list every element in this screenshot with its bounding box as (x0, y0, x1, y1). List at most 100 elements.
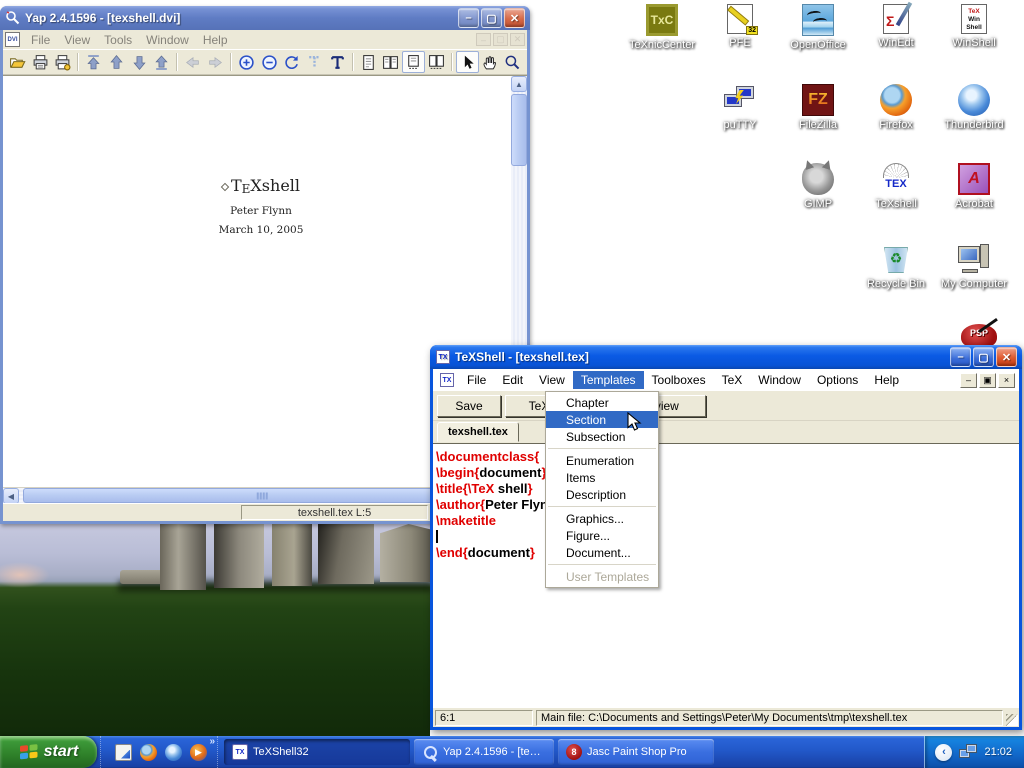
texshell-close-button[interactable]: ✕ (996, 347, 1017, 367)
open-folder-icon[interactable] (6, 51, 29, 73)
hide-inactive-icons-button[interactable]: ‹ (935, 744, 952, 761)
ruler-text-icon[interactable] (303, 51, 326, 73)
desktop-icon-acrobat[interactable]: AAcrobat (936, 163, 1012, 210)
go-top-icon[interactable] (82, 51, 105, 73)
refresh-icon[interactable] (280, 51, 303, 73)
texshell-menu-file[interactable]: File (459, 371, 494, 389)
page-view-facing-icon[interactable] (425, 51, 448, 73)
toolbar-separator (77, 53, 79, 71)
desktop-icon-filezilla[interactable]: FZFileZilla (780, 84, 856, 131)
taskbar-button-yap-2-4-1596-texs[interactable]: Yap 2.4.1596 - [texs... (414, 739, 554, 765)
magnifier-icon[interactable] (501, 51, 524, 73)
template-item-chapter[interactable]: Chapter (546, 394, 658, 411)
template-item-figure[interactable]: Figure... (546, 527, 658, 544)
print-icon[interactable] (29, 51, 52, 73)
desktop-icon-thunderbird[interactable]: Thunderbird (936, 84, 1012, 131)
quicklaunch-thunderbird-icon[interactable] (165, 744, 182, 761)
template-item-enumeration[interactable]: Enumeration (546, 452, 658, 469)
yap-menu-window[interactable]: Window (139, 32, 196, 48)
desktop-icon-label: TeXnicCenter (624, 39, 700, 51)
hand-tool-icon[interactable] (479, 51, 502, 73)
toolbar-separator (352, 53, 354, 71)
yap-menu-tools[interactable]: Tools (97, 32, 139, 48)
code-editor[interactable]: \documentclass{\begin{document}\title{\T… (433, 443, 1019, 707)
icon-glyph: Σ (886, 13, 894, 29)
template-item-description[interactable]: Description (546, 486, 658, 503)
text-caret (436, 530, 438, 543)
text-mode-icon[interactable] (326, 51, 349, 73)
desktop-icon-pfe[interactable]: 32PFE (702, 4, 778, 49)
quick-launch-overflow-chevron[interactable]: » (209, 738, 215, 746)
code-command: \maketitle (436, 513, 496, 528)
forward-icon[interactable] (204, 51, 227, 73)
icon-glyph: A (968, 170, 980, 188)
print-setup-icon[interactable] (52, 51, 75, 73)
yap-maximize-button[interactable]: ▢ (481, 8, 502, 28)
desktop-icon-label: My Computer (936, 278, 1012, 290)
quicklaunch-firefox-icon[interactable] (140, 744, 157, 761)
desktop-icon-openoffice[interactable]: OpenOffice (780, 4, 856, 51)
yap-minimize-button[interactable]: – (458, 8, 479, 28)
desktop-icon-recycle-bin[interactable]: ♻Recycle Bin (858, 243, 934, 290)
texshell-menu-help[interactable]: Help (866, 371, 907, 389)
tab-texshell-tex[interactable]: texshell.tex (437, 422, 519, 442)
desktop-icon-my-computer[interactable]: My Computer (936, 243, 1012, 290)
desktop-icon-texniccenter[interactable]: TxCTeXnicCenter (624, 4, 700, 51)
child-close-button[interactable]: × (998, 373, 1015, 388)
save-button[interactable]: Save (437, 395, 501, 417)
go-down-icon[interactable] (128, 51, 151, 73)
texshell-menu-window[interactable]: Window (750, 371, 809, 389)
template-item-items[interactable]: Items (546, 469, 658, 486)
template-item-graphics[interactable]: Graphics... (546, 510, 658, 527)
stone-3 (272, 524, 312, 586)
texshell-statusbar: 6:1 Main file: C:\Documents and Settings… (433, 707, 1019, 727)
quicklaunch-show-desktop-icon[interactable] (115, 744, 132, 761)
desktop-icon-winshell[interactable]: TeXWinShellWinShell (936, 4, 1012, 49)
desktop-icon-putty[interactable]: puTTY (702, 84, 778, 131)
texshell-menu-tex[interactable]: TeX (714, 371, 751, 389)
quicklaunch-media-player-icon[interactable]: ▶ (190, 744, 207, 761)
texshell-menu-templates[interactable]: Templates (573, 371, 644, 389)
glyph-line: Shell (962, 24, 986, 32)
zoom-out-icon[interactable] (258, 51, 281, 73)
desktop-icon-label: Recycle Bin (858, 278, 934, 290)
texshell-menu-edit[interactable]: Edit (494, 371, 531, 389)
vertical-scroll-thumb[interactable] (511, 94, 527, 166)
go-up-icon[interactable] (105, 51, 128, 73)
go-bottom-icon[interactable] (151, 51, 174, 73)
child-minimize-button[interactable]: – (960, 373, 977, 388)
taskbar-button-texshell32[interactable]: TXTeXShell32 (224, 739, 410, 765)
desktop-icon-firefox[interactable]: Firefox (858, 84, 934, 131)
page-view-double-icon[interactable] (379, 51, 402, 73)
desktop-icon-gimp[interactable]: GIMP (780, 163, 856, 210)
texshell-menu-toolboxes[interactable]: Toolboxes (644, 371, 714, 389)
desktop-icon-winedt[interactable]: ΣWinEdt (858, 4, 934, 49)
texshell-menu-view[interactable]: View (531, 371, 573, 389)
page-view-single-icon[interactable] (357, 51, 380, 73)
texshell-maximize-button[interactable]: ▢ (973, 347, 994, 367)
desktop-icon-texshell[interactable]: TEXTeXshell (858, 163, 934, 210)
taskbar-button-jasc-paint-shop-pro[interactable]: 8Jasc Paint Shop Pro (558, 739, 714, 765)
resize-grip[interactable] (1006, 714, 1018, 726)
scroll-up-button[interactable]: ▲ (511, 76, 527, 92)
start-button[interactable]: start (0, 736, 97, 768)
template-item-document[interactable]: Document... (546, 544, 658, 561)
code-line-7: \end{document} (436, 545, 1019, 561)
texshell-minimize-button[interactable]: – (950, 347, 971, 367)
scroll-left-button[interactable]: ◀ (3, 488, 19, 504)
yap-menu-file[interactable]: File (24, 32, 57, 48)
texshell-menu-options[interactable]: Options (809, 371, 866, 389)
yap-menu-view[interactable]: View (57, 32, 97, 48)
network-tray-icon[interactable] (959, 744, 977, 760)
select-cursor-icon[interactable] (456, 51, 479, 73)
page-view-continuous-icon[interactable] (402, 51, 425, 73)
yap-titlebar[interactable]: Yap 2.4.1596 - [texshell.dvi] – ▢ ✕ (0, 6, 530, 30)
back-icon[interactable] (181, 51, 204, 73)
code-line-6 (436, 529, 1019, 545)
yap-menu-help[interactable]: Help (196, 32, 235, 48)
texshell-titlebar[interactable]: TX TeXShell - [texshell.tex] – ▢ ✕ (430, 345, 1022, 369)
menu-separator (548, 564, 656, 565)
yap-close-button[interactable]: ✕ (504, 8, 525, 28)
child-restore-button[interactable]: ▣ (979, 373, 996, 388)
zoom-in-icon[interactable] (235, 51, 258, 73)
